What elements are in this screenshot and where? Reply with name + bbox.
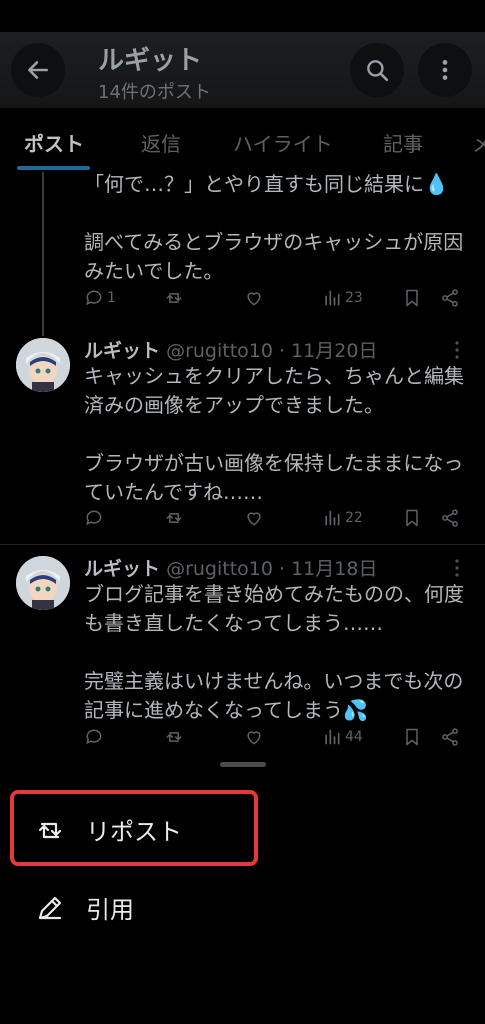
bookmark-icon	[406, 509, 418, 527]
heart-icon	[247, 731, 261, 745]
post-text: ブログ記事を書き始めてみたものの、何度も書き直したくなってしまう…… 完璧主義は…	[84, 582, 464, 722]
profile-tabs: ポスト 返信 ハイライト 記事 メ	[0, 116, 485, 170]
tab-media[interactable]: メ	[472, 128, 485, 157]
post-header: ルギット @rugitto10 · 11月18日	[84, 554, 377, 581]
reply-button[interactable]	[84, 508, 104, 528]
views-button[interactable]: 22	[322, 508, 363, 528]
reply-count: 1	[107, 290, 116, 306]
share-icon	[442, 509, 458, 527]
more-button[interactable]	[418, 43, 472, 97]
bookmark-icon	[406, 289, 418, 307]
share-button[interactable]	[440, 508, 460, 528]
bookmark-button[interactable]	[402, 508, 422, 528]
bar-chart-icon	[325, 729, 340, 745]
like-button[interactable]	[244, 508, 264, 528]
post-text: 「何で…？」とやり直すも同じ結果に💧 調べてみるとブラウザのキャッシュが原因みた…	[84, 172, 464, 283]
post-actions: 1 23	[84, 288, 464, 312]
repost-button[interactable]	[164, 727, 184, 747]
post-more-icon[interactable]	[452, 340, 462, 360]
tab-highlights[interactable]: ハイライト	[233, 128, 333, 157]
view-count: 44	[345, 729, 363, 745]
quote-option[interactable]: 引用	[0, 876, 485, 938]
repost-button[interactable]	[164, 288, 184, 308]
repost-button[interactable]	[164, 508, 184, 528]
bookmark-button[interactable]	[402, 727, 422, 747]
share-button[interactable]	[440, 727, 460, 747]
tab-replies[interactable]: 返信	[141, 128, 181, 157]
post-text: キャッシュをクリアしたら、ちゃんと編集済みの画像をアップできました。 ブラウザが…	[84, 364, 464, 504]
bookmark-icon	[406, 728, 418, 746]
quote-label: 引用	[86, 896, 134, 924]
post-header: ルギット @rugitto10 · 11月20日	[84, 336, 377, 363]
repost-icon	[166, 732, 182, 742]
more-vertical-icon	[442, 60, 448, 80]
share-button[interactable]	[440, 288, 460, 308]
avatar[interactable]	[16, 556, 70, 610]
share-icon	[442, 289, 458, 307]
thread-line	[42, 172, 44, 336]
post-more-icon[interactable]	[452, 558, 462, 578]
repost-icon	[166, 513, 182, 523]
profile-header: ルギット 14件のポスト	[0, 32, 485, 108]
share-icon	[442, 728, 458, 746]
repost-sheet: リポスト 引用	[0, 756, 485, 1024]
tab-articles[interactable]: 記事	[383, 128, 423, 157]
search-button[interactable]	[350, 43, 404, 97]
post-count: 14件のポスト	[98, 82, 211, 103]
back-button[interactable]	[11, 43, 65, 97]
like-button[interactable]	[244, 727, 264, 747]
reply-icon	[86, 729, 102, 745]
bookmark-button[interactable]	[402, 288, 422, 308]
repost-highlight-box	[10, 790, 258, 866]
view-count: 23	[345, 290, 363, 306]
reply-button[interactable]	[84, 727, 104, 747]
like-button[interactable]	[244, 288, 264, 308]
pencil-icon	[38, 896, 62, 920]
reply-icon	[86, 290, 102, 306]
post-date[interactable]: · 11月20日	[279, 340, 377, 362]
post-date[interactable]: · 11月18日	[279, 558, 377, 580]
bar-chart-icon	[325, 290, 340, 306]
author-name[interactable]: ルギット	[84, 558, 160, 580]
post-actions: 44	[84, 727, 464, 751]
post-actions: 22	[84, 508, 464, 532]
repost-icon	[166, 293, 182, 303]
view-count: 22	[345, 510, 363, 526]
tab-posts[interactable]: ポスト	[24, 128, 84, 157]
page-title: ルギット	[98, 46, 203, 76]
views-button[interactable]: 23	[322, 288, 363, 308]
post-divider	[0, 544, 485, 545]
arrow-left-icon	[28, 61, 48, 79]
search-icon	[367, 60, 389, 82]
author-handle[interactable]: @rugitto10	[166, 340, 273, 362]
sheet-drag-handle[interactable]	[220, 762, 266, 767]
bar-chart-icon	[325, 510, 340, 526]
heart-icon	[247, 292, 261, 306]
views-button[interactable]: 44	[322, 727, 363, 747]
heart-icon	[247, 512, 261, 526]
author-name[interactable]: ルギット	[84, 340, 160, 362]
active-tab-indicator	[17, 166, 90, 170]
reply-icon	[86, 510, 102, 526]
reply-button[interactable]: 1	[84, 288, 116, 308]
avatar[interactable]	[16, 338, 70, 392]
author-handle[interactable]: @rugitto10	[166, 558, 273, 580]
